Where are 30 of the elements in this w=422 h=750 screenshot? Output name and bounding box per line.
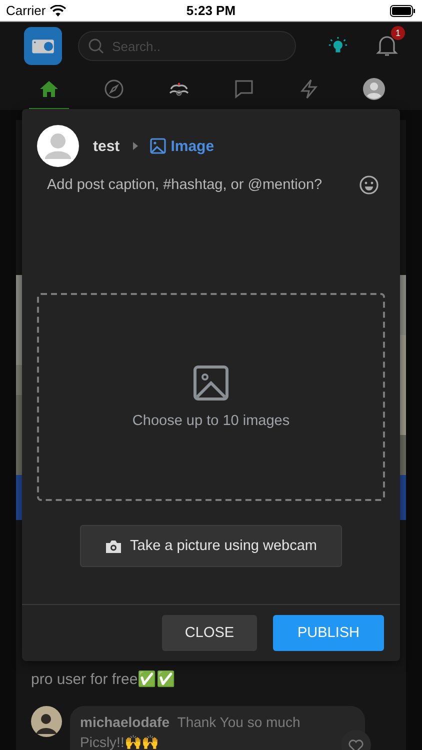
clock-time: 5:23 PM xyxy=(186,3,236,18)
avatar-icon xyxy=(37,125,79,167)
app-logo-icon[interactable] xyxy=(24,25,62,67)
avatar-icon xyxy=(362,78,384,100)
home-icon xyxy=(38,80,58,98)
gamepad-icon xyxy=(168,80,190,98)
image-icon xyxy=(193,365,229,401)
dropzone-label: Choose up to 10 images xyxy=(132,413,290,429)
username: test xyxy=(93,138,120,154)
post-type-link[interactable]: Image xyxy=(150,138,214,154)
chat-icon xyxy=(234,79,254,99)
carrier-label: Carrier xyxy=(6,3,46,18)
webcam-button[interactable]: Take a picture using webcam xyxy=(80,525,342,567)
wifi-icon xyxy=(50,4,66,16)
notification-badge: 1 xyxy=(391,26,405,40)
close-button[interactable]: CLOSE xyxy=(162,615,257,651)
compass-icon xyxy=(104,79,124,99)
caption-field[interactable]: Add post caption, #hashtag, or @mention? xyxy=(47,175,347,289)
camera-icon xyxy=(105,538,122,554)
image-icon xyxy=(150,138,166,154)
avatar-icon xyxy=(31,706,62,737)
emoji-icon[interactable] xyxy=(359,175,379,195)
image-dropzone[interactable]: Choose up to 10 images xyxy=(37,293,385,501)
battery-icon xyxy=(390,4,416,16)
comment-text: michaelodafe Thank You so much Picsly!!🙌🙌 xyxy=(80,713,302,750)
caret-icon xyxy=(132,142,138,150)
bell-icon[interactable] xyxy=(376,34,398,58)
search-icon xyxy=(88,38,104,54)
post-text: pro user for free✅✅ xyxy=(31,670,176,688)
lightning-icon xyxy=(300,79,318,99)
